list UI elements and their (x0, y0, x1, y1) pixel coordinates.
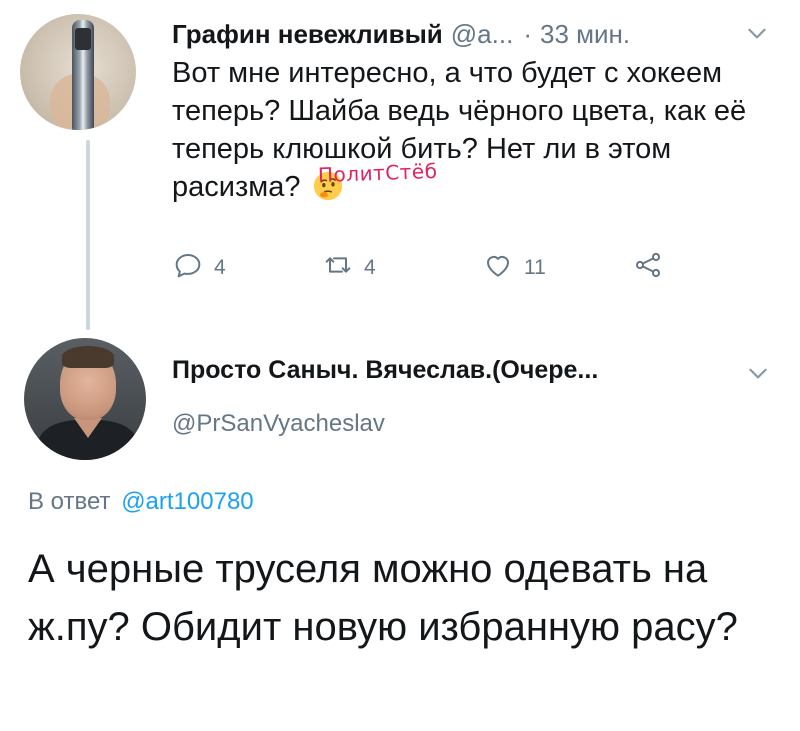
reply-button[interactable]: 4 (172, 248, 226, 288)
tweet1-action-bar: 4 4 11 (172, 248, 692, 288)
avatar-hair-shape (62, 346, 114, 368)
like-count: 11 (524, 256, 546, 279)
tweet2-author-name[interactable]: Просто Саныч. Вячеслав.(Очере... (172, 356, 598, 385)
retweet-button[interactable]: 4 (322, 248, 376, 288)
reply-count: 4 (214, 256, 226, 279)
retweet-count: 4 (364, 256, 376, 279)
tweet1-author-name[interactable]: Графин невежливый (172, 19, 443, 50)
reply-icon (172, 249, 204, 287)
share-button[interactable] (632, 248, 664, 288)
retweet-icon (322, 249, 354, 287)
tweet1-handle[interactable]: @а... (451, 19, 514, 50)
tweet1-body: Вот мне интересно, а что будет с хокеем … (172, 54, 762, 206)
thread-connector-line (86, 140, 90, 330)
tweet2-handle[interactable]: @PrSanVyacheslav (172, 410, 385, 438)
avatar-sanych[interactable] (24, 338, 146, 460)
reply-to-line: В ответ @art100780 (28, 488, 254, 516)
tweet1-header: Графин невежливый @а... · 33 мин. (172, 14, 770, 54)
tweet1-separator: · (523, 18, 532, 49)
reply-to-label: В ответ (28, 488, 111, 515)
tweet1-timestamp[interactable]: 33 мин. (540, 19, 630, 50)
share-icon (632, 249, 664, 287)
heart-icon (482, 249, 514, 287)
reply-to-mention-link[interactable]: @art100780 (121, 488, 253, 515)
watermark: ПолитСтёб (317, 158, 438, 188)
tweet2-body: А черные труселя можно одевать на ж.пу? … (28, 547, 738, 649)
chevron-down-icon[interactable] (745, 360, 771, 386)
avatar-bottle-cap-shape (75, 28, 91, 50)
tweet1-text: Вот мне интересно, а что будет с хокеем … (172, 57, 747, 203)
like-button[interactable]: 11 (482, 248, 546, 288)
avatar-grafin[interactable] (20, 14, 136, 130)
chevron-down-icon[interactable] (744, 20, 770, 46)
